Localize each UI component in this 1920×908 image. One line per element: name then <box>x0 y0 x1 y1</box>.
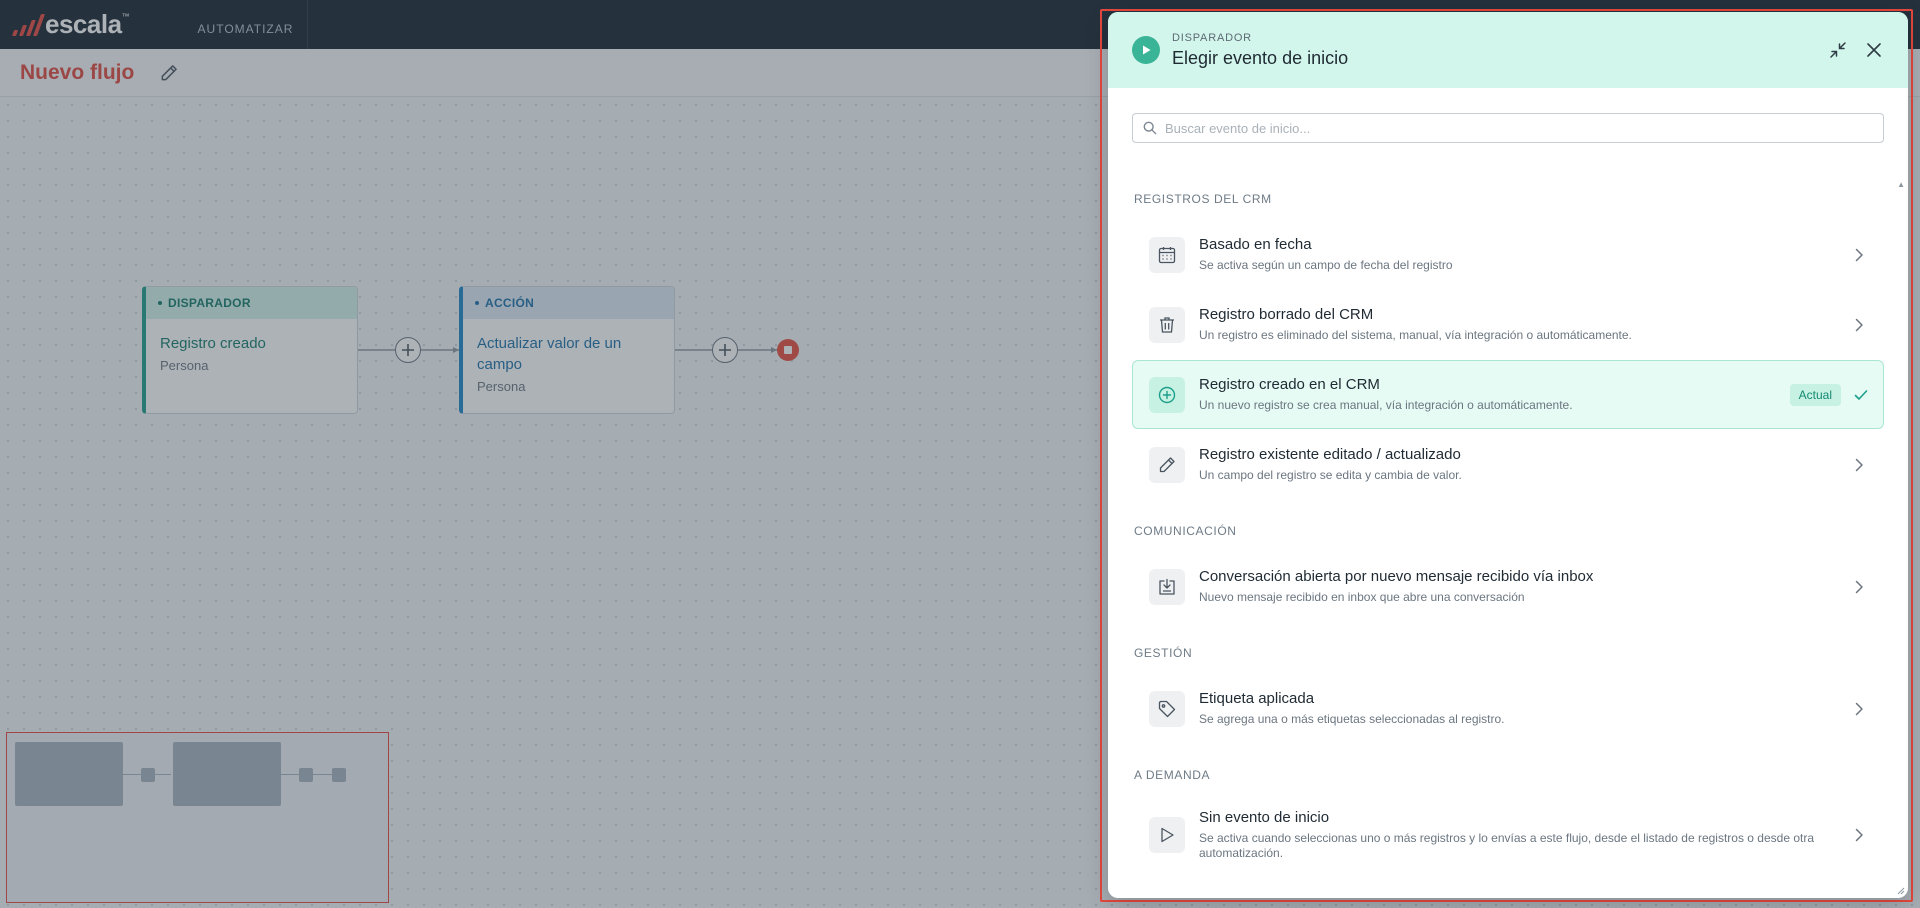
event-option[interactable]: Registro borrado del CRM Un registro es e… <box>1132 290 1884 359</box>
event-option-title: Registro existente editado / actualizado <box>1199 446 1461 463</box>
event-option-description: Un campo del registro se edita y cambia … <box>1199 468 1462 482</box>
chevron-right-icon <box>1851 579 1867 595</box>
inbox-download-icon <box>1149 568 1185 605</box>
event-option-title: Sin evento de inicio <box>1199 809 1330 826</box>
event-option[interactable]: Etiqueta aplicada Se agrega una o más eti… <box>1132 674 1884 743</box>
trash-icon <box>1149 306 1185 343</box>
event-option-description: Un nuevo registro se crea manual, vía in… <box>1199 398 1573 412</box>
event-option-title: Registro borrado del CRM <box>1199 306 1374 323</box>
tag-icon <box>1149 690 1185 727</box>
collapse-button[interactable] <box>1826 38 1850 62</box>
event-list: REGISTROS DEL CRM Basado en fecha Se activ… <box>1108 162 1908 874</box>
close-icon <box>1867 43 1881 57</box>
event-option-description: Un registro es eliminado del sistema, ma… <box>1199 328 1632 342</box>
section-title: REGISTROS DEL CRM <box>1134 192 1272 206</box>
event-option-description: Se agrega una o más etiquetas selecciona… <box>1199 712 1505 726</box>
pencil-icon <box>1149 446 1185 483</box>
event-option-title: Conversación abierta por nuevo mensaje r… <box>1199 568 1594 585</box>
scroll-up-icon[interactable]: ▲ <box>1897 180 1905 189</box>
event-option-description: Se activa según un campo de fecha del re… <box>1199 258 1453 272</box>
event-option[interactable]: Conversación abierta por nuevo mensaje r… <box>1132 552 1884 621</box>
search-input[interactable] <box>1165 120 1865 136</box>
event-option[interactable]: Registro existente editado / actualizado… <box>1132 430 1884 499</box>
event-option-title: Registro creado en el CRM <box>1199 376 1380 393</box>
section-title: GESTIÓN <box>1134 646 1193 660</box>
check-icon <box>1853 387 1869 403</box>
panel-header: DISPARADOR Elegir evento de inicio <box>1108 12 1908 88</box>
chevron-right-icon <box>1851 827 1867 843</box>
plus-circle-icon <box>1149 376 1185 413</box>
resize-grip-icon[interactable] <box>1897 887 1905 895</box>
chevron-right-icon <box>1851 701 1867 717</box>
event-option-description: Nuevo mensaje recibido en inbox que abre… <box>1199 590 1525 604</box>
search-icon <box>1143 121 1157 135</box>
chevron-right-icon <box>1851 247 1867 263</box>
chevron-right-icon <box>1851 317 1867 333</box>
event-option[interactable]: Sin evento de inicio Se activa cuando sel… <box>1132 796 1884 874</box>
calendar-icon <box>1149 236 1185 273</box>
panel-eyebrow: DISPARADOR <box>1172 31 1252 44</box>
play-icon <box>1149 817 1185 853</box>
close-button[interactable] <box>1862 38 1886 62</box>
collapse-icon <box>1830 42 1846 58</box>
current-badge: Actual <box>1789 383 1841 406</box>
section-title: COMUNICACIÓN <box>1134 524 1237 538</box>
section-title: A DEMANDA <box>1134 768 1211 782</box>
panel-title: Elegir evento de inicio <box>1172 47 1349 68</box>
chevron-right-icon <box>1851 457 1867 473</box>
trigger-picker-panel: DISPARADOR Elegir evento de inicio REGIS… <box>1108 12 1908 898</box>
event-option-title: Etiqueta aplicada <box>1199 690 1315 707</box>
event-option-current[interactable]: Registro creado en el CRM Un nuevo regist… <box>1132 360 1884 429</box>
search-box[interactable] <box>1132 113 1884 143</box>
event-option[interactable]: Basado en fecha Se activa según un campo … <box>1132 220 1884 289</box>
event-option-title: Basado en fecha <box>1199 236 1312 253</box>
event-option-description: Se activa cuando seleccionas uno o más r… <box>1199 831 1815 860</box>
play-icon <box>1132 36 1160 64</box>
